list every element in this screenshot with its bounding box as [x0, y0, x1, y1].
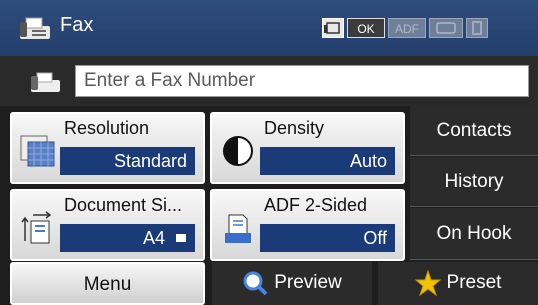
fax-number-row — [0, 56, 538, 106]
memory-icon — [466, 18, 488, 38]
preview-icon — [243, 271, 268, 296]
fax-mode-icon — [322, 18, 344, 38]
menu-button[interactable]: Menu — [10, 262, 205, 305]
document-size-icon — [21, 211, 52, 244]
on-hook-button[interactable]: On Hook — [410, 208, 538, 260]
adf-2-sided-value: Off — [260, 224, 395, 252]
preview-button[interactable]: Preview — [212, 262, 372, 305]
adf-2-sided-icon — [225, 214, 251, 243]
adf-icon: ADF — [388, 18, 426, 38]
status-icons: OK ADF — [322, 18, 488, 38]
history-button[interactable]: History — [410, 157, 538, 207]
density-value: Auto — [260, 147, 395, 175]
resolution-tile[interactable]: Resolution Standard — [10, 112, 205, 184]
fax-machine-icon — [20, 17, 50, 39]
resolution-label: Resolution — [64, 118, 150, 138]
fax-icon — [31, 72, 60, 92]
resolution-icon — [20, 135, 55, 167]
resolution-value: Standard — [60, 147, 195, 175]
preset-label: Preset — [446, 272, 502, 293]
density-label: Density — [264, 118, 325, 138]
adf-2-sided-tile[interactable]: ADF 2-Sided Off — [210, 189, 405, 261]
title-bar: Fax OK ADF — [0, 0, 538, 56]
preset-button[interactable]: Preset — [378, 262, 538, 305]
document-size-label: Document Si... — [64, 195, 183, 215]
page-title: Fax — [60, 14, 94, 36]
contacts-button[interactable]: Contacts — [410, 106, 538, 156]
adf-2-sided-label: ADF 2-Sided — [264, 195, 368, 215]
ok-status-icon: OK — [347, 18, 385, 38]
preview-label: Preview — [274, 272, 342, 293]
scanner-icon — [429, 18, 463, 38]
density-icon — [223, 136, 253, 166]
document-size-tile[interactable]: Document Si... A4 — [10, 189, 205, 261]
density-tile[interactable]: Density Auto — [210, 112, 405, 184]
paper-size-icon — [176, 234, 186, 242]
star-icon — [414, 269, 441, 296]
fax-number-input[interactable] — [75, 65, 529, 97]
